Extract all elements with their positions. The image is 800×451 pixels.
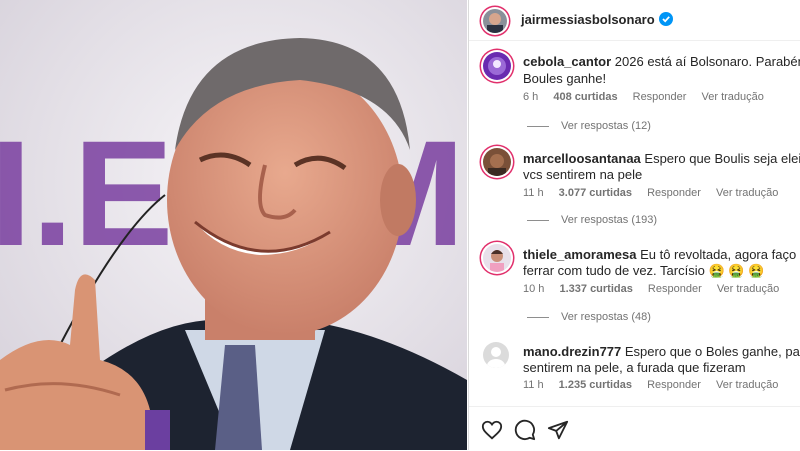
comment-time: 10 h [523, 283, 545, 295]
comment-meta: 11 h 3.077 curtidas Responder Ver traduç… [523, 187, 790, 199]
view-replies-label: Ver respostas (48) [561, 311, 651, 323]
post-photo: I.E M o [0, 0, 467, 450]
view-replies-button[interactable]: Ver respostas (12) [527, 120, 651, 132]
replies-divider [527, 125, 549, 127]
comment-text-cont: vcs sentirem na pele [523, 167, 643, 182]
comment-time: 11 h [523, 187, 544, 199]
post-header: jairmessiasbolsonaro [469, 0, 800, 41]
translate-button[interactable]: Ver tradução [702, 91, 764, 103]
comment-likes[interactable]: 1.337 curtidas [559, 283, 632, 295]
comment-text: marcelloosantanaa Espero que Boulis seja… [523, 150, 800, 167]
commenter-username[interactable]: cebola_cantor [523, 54, 611, 69]
commenter-username[interactable]: marcelloosantanaa [523, 151, 641, 166]
reply-button[interactable]: Responder [648, 283, 702, 295]
commenter-username[interactable]: thiele_amoramesa [523, 247, 636, 262]
translate-button[interactable]: Ver tradução [716, 187, 778, 199]
commenter-avatar-image [488, 57, 506, 75]
comment-meta: 10 h 1.337 curtidas Responder Ver traduç… [523, 283, 791, 295]
reply-button[interactable]: Responder [633, 91, 687, 103]
post-actions [469, 406, 800, 451]
commenter-username[interactable]: mano.drezin777 [523, 344, 621, 359]
author-avatar-image [487, 13, 503, 33]
comment-text-cont: Boules ganhe! [523, 71, 607, 86]
comment-text-cont: ferrar com tudo de vez. Tarcísio 🤮 🤮 🤮 [523, 263, 765, 278]
comment-likes[interactable]: 408 curtidas [553, 91, 617, 103]
comment-time: 6 h [523, 91, 539, 103]
comment-text: thiele_amoramesa Eu tô revoltada, agora … [523, 246, 800, 263]
commenter-avatar-image [488, 154, 506, 176]
replies-divider [527, 219, 549, 221]
comment-text: mano.drezin777 Espero que o Boles ganhe,… [523, 343, 800, 360]
svg-text:I.E: I.E [0, 109, 173, 277]
comment-meta: 11 h 1.235 curtidas Responder Ver traduç… [523, 379, 790, 391]
commenter-avatar[interactable] [483, 342, 509, 368]
translate-button[interactable]: Ver tradução [717, 283, 779, 295]
author-username[interactable]: jairmessiasbolsonaro [521, 12, 655, 27]
comment-icon[interactable] [514, 419, 536, 441]
view-replies-label: Ver respostas (193) [561, 214, 657, 226]
commenter-avatar[interactable] [483, 148, 511, 176]
comment-text-cont: sentirem na pele, a furada que fizeram [523, 360, 746, 375]
reply-button[interactable]: Responder [647, 187, 701, 199]
commenter-avatar-image [490, 250, 504, 272]
comment-body: Espero que Boulis seja eleito 👏 🔥 [644, 151, 800, 166]
heart-icon[interactable] [481, 419, 503, 441]
post-photo-illustration: I.E M o [0, 0, 467, 450]
commenter-avatar[interactable] [483, 52, 511, 80]
comment-body: Eu tô revoltada, agora faço B de Bou [640, 247, 800, 262]
reply-button[interactable]: Responder [647, 379, 701, 391]
view-replies-label: Ver respostas (12) [561, 120, 651, 132]
translate-button[interactable]: Ver tradução [716, 379, 778, 391]
commenter-avatar[interactable] [483, 244, 511, 272]
comment-meta: 6 h 408 curtidas Responder Ver tradução [523, 91, 776, 103]
comments-panel: jairmessiasbolsonaro cebola_cantor 2026 … [468, 0, 800, 450]
comment-likes[interactable]: 3.077 curtidas [559, 187, 632, 199]
share-icon[interactable] [547, 419, 569, 441]
comment-time: 11 h [523, 379, 544, 391]
comment-body: Espero que o Boles ganhe, para vocês [624, 344, 800, 359]
comment-text: cebola_cantor 2026 está aí Bolsonaro. Pa… [523, 53, 800, 70]
comment-likes[interactable]: 1.235 curtidas [559, 379, 632, 391]
view-replies-button[interactable]: Ver respostas (193) [527, 214, 657, 226]
replies-divider [527, 316, 549, 318]
verified-icon [659, 12, 673, 26]
comment-body: 2026 está aí Bolsonaro. Parabéns, agora … [614, 54, 800, 69]
author-avatar[interactable] [483, 9, 507, 33]
view-replies-button[interactable]: Ver respostas (48) [527, 311, 651, 323]
default-avatar-icon [487, 347, 505, 368]
